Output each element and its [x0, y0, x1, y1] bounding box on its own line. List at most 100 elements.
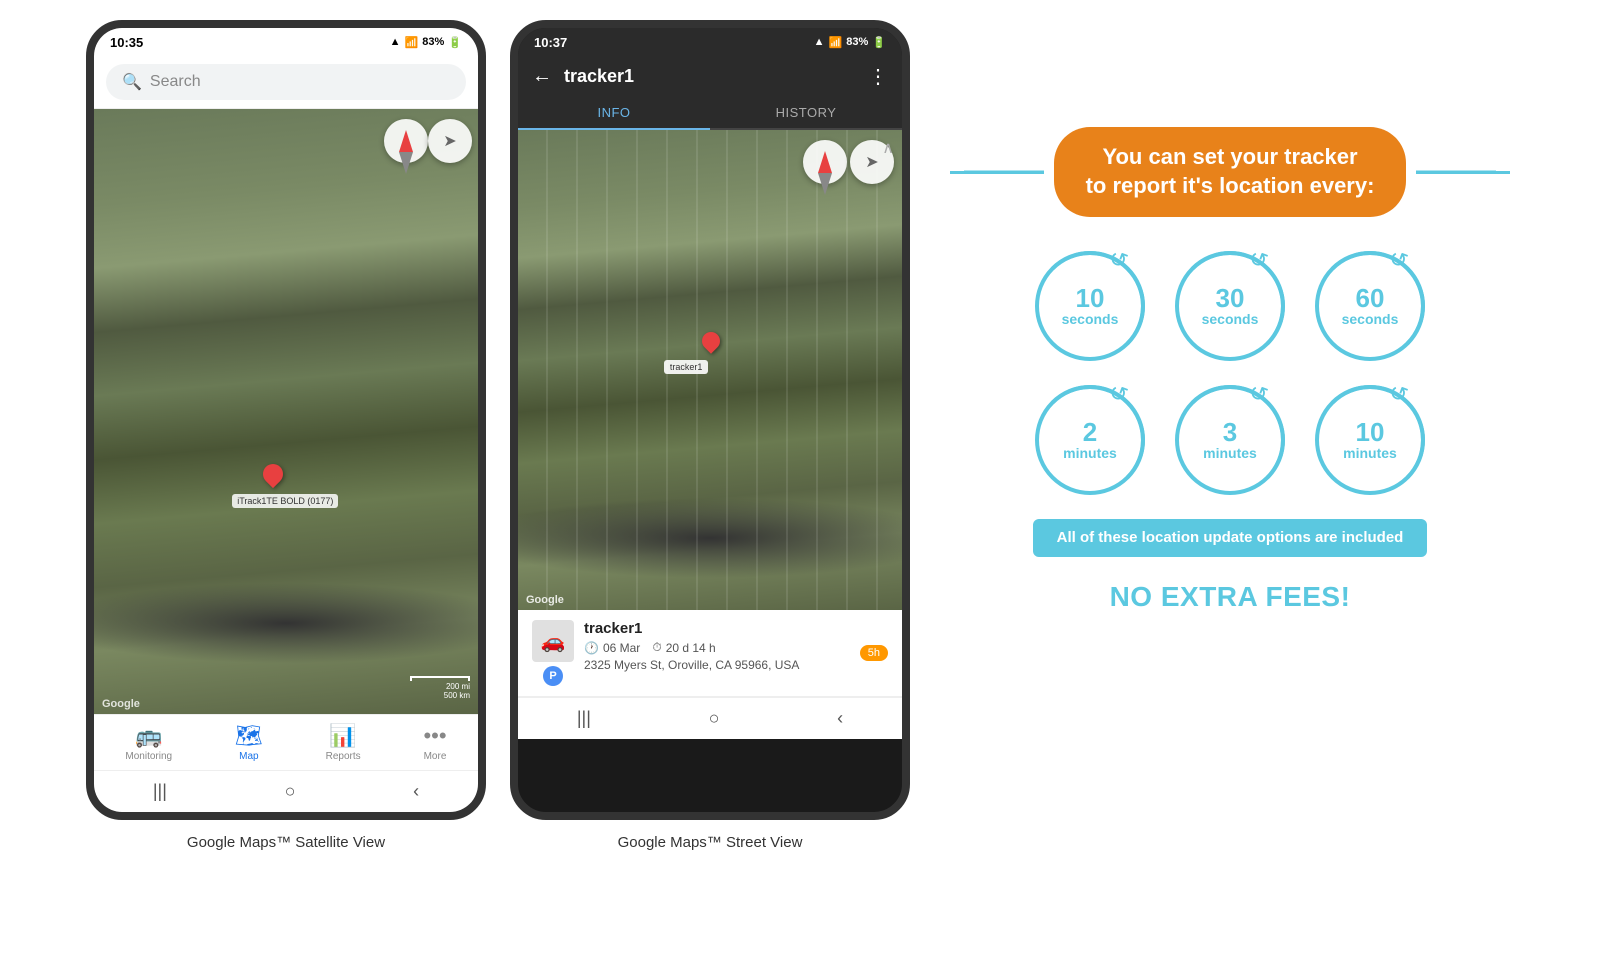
phone1-search-bar: 🔍 Search: [94, 56, 478, 109]
circle-2m-number: 2: [1083, 419, 1097, 445]
phone1-status-bar: 10:35 ▲ 📶 83% 🔋: [94, 28, 478, 56]
circle-10s: ↺ 10 seconds: [1035, 251, 1145, 361]
circle-3m-unit: minutes: [1203, 445, 1257, 461]
tracker-duration: ⏱ 20 d 14 h: [652, 640, 715, 655]
tracker-label: iTrack1TE BOLD (0177): [232, 494, 338, 508]
phone1-status-icons: ▲ 📶 83% 🔋: [390, 36, 462, 49]
phone2-recent-apps-btn[interactable]: |||: [557, 704, 611, 733]
arrow-2m: ↺: [1105, 378, 1131, 409]
info-header-text: You can set your trackerto report it's l…: [1086, 143, 1375, 200]
circle-2m-unit: minutes: [1063, 445, 1117, 461]
navigate-button[interactable]: ➤: [428, 119, 472, 163]
more-icon: •••: [423, 723, 446, 749]
nav-more-label: More: [424, 751, 447, 762]
include-banner-text: All of these location update options are…: [1057, 529, 1404, 546]
parking-badge: P: [543, 666, 563, 686]
tab-history[interactable]: HISTORY: [710, 97, 902, 128]
scale-text-1: 200 mi: [410, 682, 470, 691]
nav-monitoring[interactable]: 🚌 Monitoring: [115, 721, 182, 764]
phone2-tabs: INFO HISTORY: [518, 97, 902, 130]
arrow-30s: ↺: [1245, 244, 1271, 275]
phone1: 10:35 ▲ 📶 83% 🔋 🔍 Search: [86, 20, 486, 820]
nav-reports[interactable]: 📊 Reports: [316, 721, 371, 764]
parking-overlay: [518, 130, 902, 610]
satellite-map-image: [94, 109, 478, 714]
phone1-time: 10:35: [110, 35, 143, 50]
phone2-status-icons: ▲ 📶 83% 🔋: [814, 36, 886, 49]
circle-3m-number: 3: [1223, 419, 1237, 445]
scroll-indicator: ∧: [882, 138, 894, 158]
compass-button[interactable]: [384, 119, 428, 163]
phone2-home-btn[interactable]: ○: [689, 704, 740, 733]
timer-icon: ⏱: [652, 640, 661, 655]
phone2-status-bar: 10:37 ▲ 📶 83% 🔋: [518, 28, 902, 56]
google-watermark: Google: [102, 698, 140, 710]
phone1-nav: 🚌 Monitoring 🗺 Map 📊 Reports ••• More: [94, 714, 478, 770]
tracker-date: 🕐 06 Mar: [584, 640, 640, 655]
tracker-details: tracker1 🕐 06 Mar ⏱ 20 d 14 h 2325 Myers…: [584, 620, 850, 672]
nav-map-label: Map: [239, 751, 258, 762]
phone1-bottom-bar: ||| ○ ‹: [94, 770, 478, 812]
circle-10m-unit: minutes: [1343, 445, 1397, 461]
scale-bar: 200 mi 500 km: [410, 676, 470, 700]
scale-line: [410, 676, 470, 681]
navigate-icon: ➤: [443, 131, 456, 151]
tab-info[interactable]: INFO: [518, 97, 710, 130]
circle-60s-unit: seconds: [1342, 311, 1399, 327]
back-button[interactable]: ←: [532, 65, 552, 88]
circle-10s-number: 10: [1076, 285, 1105, 311]
phone2-google-watermark: Google: [526, 594, 564, 606]
back-btn[interactable]: ‹: [393, 777, 439, 806]
phone2-back-btn[interactable]: ‹: [817, 704, 863, 733]
circles-row-2: ↺ 2 minutes ↺ 3 minutes ↺ 10 minutes: [1035, 385, 1425, 495]
circle-30s-number: 30: [1216, 285, 1245, 311]
phones-wrapper: 10:35 ▲ 📶 83% 🔋 🔍 Search: [86, 20, 910, 851]
circle-2m: ↺ 2 minutes: [1035, 385, 1145, 495]
tracker-thumb-area: 🚗 P: [532, 620, 574, 686]
phone2-container: 10:37 ▲ 📶 83% 🔋 ← tracker1 ⋮ INFO: [510, 20, 910, 851]
recent-apps-btn[interactable]: |||: [133, 777, 187, 806]
circles-row-1: ↺ 10 seconds ↺ 30 seconds ↺ 60 seconds: [1035, 251, 1425, 361]
no-fees-text: NO EXTRA FEES!: [1110, 581, 1351, 613]
nav-reports-label: Reports: [326, 751, 361, 762]
compass-arrow-icon: [399, 130, 413, 152]
tab-info-label: INFO: [597, 105, 630, 120]
info-panel: You can set your trackerto report it's l…: [930, 60, 1530, 660]
clock-icon: 🕐: [584, 641, 599, 655]
circle-60s-number: 60: [1356, 285, 1385, 311]
phone2-map[interactable]: ➤ tracker1 Google ∧: [518, 130, 902, 610]
circle-3m: ↺ 3 minutes: [1175, 385, 1285, 495]
nav-more[interactable]: ••• More: [413, 721, 456, 764]
phone1-map[interactable]: ➤ iTrack1TE BOLD (0177) Google 200 mi 50…: [94, 109, 478, 714]
tab-history-label: HISTORY: [776, 105, 837, 120]
phone1-caption: Google Maps™ Satellite View: [187, 834, 385, 851]
tracker-address: 2325 Myers St, Oroville, CA 95966, USA: [584, 658, 850, 672]
nav-monitoring-label: Monitoring: [125, 751, 172, 762]
phone2-time: 10:37: [534, 35, 567, 50]
tracker-label2: tracker1: [664, 360, 709, 374]
tracker-meta: 🕐 06 Mar ⏱ 20 d 14 h: [584, 640, 850, 655]
arrow-10m: ↺: [1385, 378, 1411, 409]
tracker-title: tracker1: [564, 66, 856, 87]
tracker-device-name: tracker1: [584, 620, 850, 637]
phone2-navigate-icon: ➤: [865, 152, 878, 172]
circle-60s: ↺ 60 seconds: [1315, 251, 1425, 361]
home-btn[interactable]: ○: [265, 777, 316, 806]
phone2-compass[interactable]: [803, 140, 847, 184]
arrow-3m: ↺: [1245, 378, 1271, 409]
reports-icon: 📊: [329, 723, 356, 749]
tracker-image: 🚗: [532, 620, 574, 662]
include-banner: All of these location update options are…: [1033, 519, 1428, 557]
search-input[interactable]: 🔍 Search: [106, 64, 466, 100]
monitoring-icon: 🚌: [135, 723, 162, 749]
circle-10m-number: 10: [1356, 419, 1385, 445]
map-icon: 🗺: [235, 723, 263, 749]
tracker-time-badge: 5h: [860, 645, 888, 661]
circle-10m: ↺ 10 minutes: [1315, 385, 1425, 495]
phone1-container: 10:35 ▲ 📶 83% 🔋 🔍 Search: [86, 20, 486, 851]
nav-map[interactable]: 🗺 Map: [225, 721, 273, 764]
phone2-header: ← tracker1 ⋮: [518, 56, 902, 97]
more-menu-button[interactable]: ⋮: [868, 64, 888, 89]
info-header-box: You can set your trackerto report it's l…: [1054, 127, 1407, 216]
phone2-compass-arrow: [818, 151, 832, 173]
